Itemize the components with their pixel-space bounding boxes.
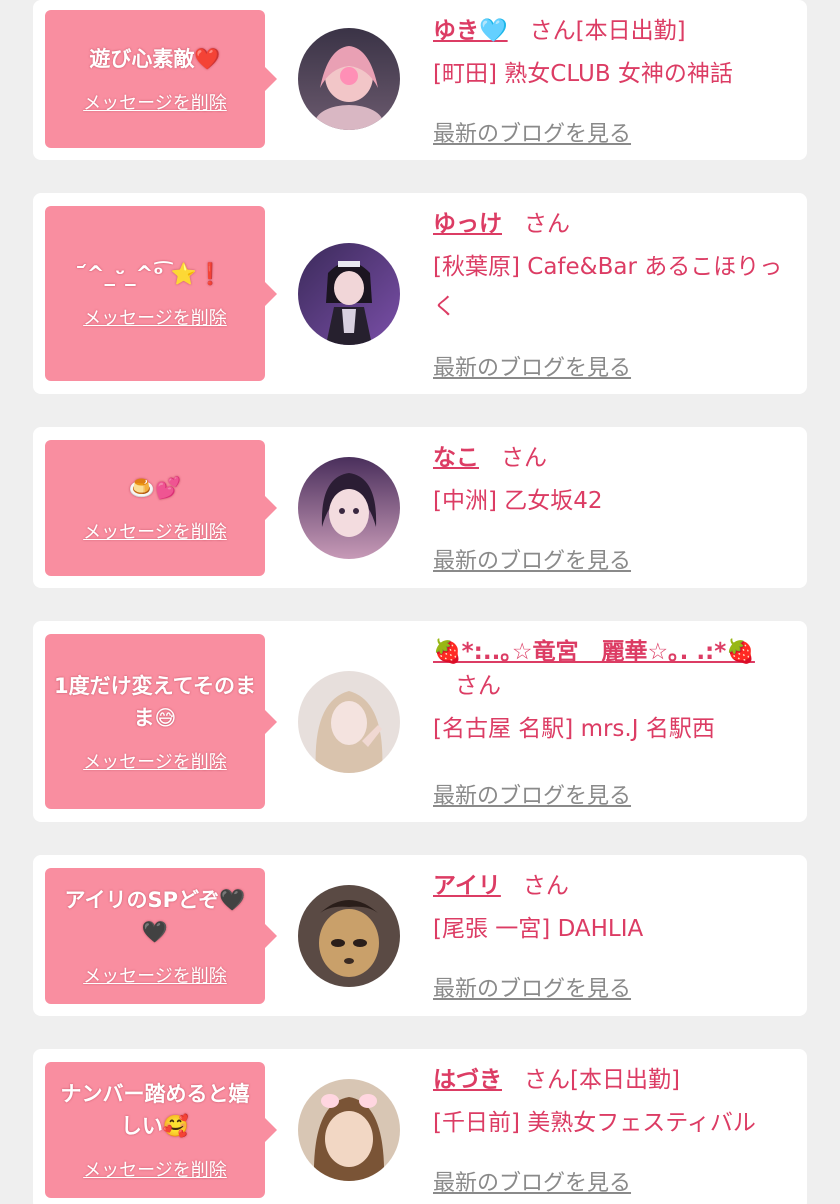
- shop-label: [町田] 熟女CLUB 女神の神話: [433, 61, 733, 87]
- message-text: ナンバー踏めると嬉しい🥰: [60, 1082, 250, 1138]
- delete-message-link[interactable]: メッセージを削除: [83, 1156, 227, 1182]
- message-bubble: 🍮💕 メッセージを削除: [45, 440, 277, 576]
- avatar[interactable]: [298, 28, 400, 130]
- sender-name-link[interactable]: アイリ: [433, 873, 501, 899]
- message-bubble: アイリのSPどぞ🖤🖤 メッセージを削除: [45, 868, 277, 1004]
- avatar[interactable]: [298, 1079, 400, 1181]
- delete-message-link[interactable]: メッセージを削除: [83, 962, 227, 988]
- honorific: さん[本日出勤]: [529, 18, 686, 44]
- sender-name-link[interactable]: なこ: [433, 445, 479, 471]
- message-card: ナンバー踏めると嬉しい🥰 メッセージを削除 はづき さん[本日出勤] [千日前] …: [33, 1049, 807, 1204]
- avatar[interactable]: [298, 457, 400, 559]
- latest-blog-link[interactable]: 最新のブログを見る: [433, 116, 631, 148]
- shop-label: [中洲] 乙女坂42: [433, 488, 603, 514]
- message-card: アイリのSPどぞ🖤🖤 メッセージを削除 アイリ さん [尾張 一宮] DAHLIA…: [33, 855, 807, 1016]
- message-bubble: 1度だけ変えてそのまま😅 メッセージを削除: [45, 634, 277, 809]
- delete-message-link[interactable]: メッセージを削除: [83, 748, 227, 774]
- sender-info: はづき さん[本日出勤] [千日前] 美熟女フェスティバル: [433, 1063, 795, 1143]
- avatar[interactable]: [298, 885, 400, 987]
- delete-message-link[interactable]: メッセージを削除: [83, 518, 227, 544]
- message-text: ᷄^_ᵕ_^ᵒ͡ ⭐❗: [86, 261, 224, 286]
- message-bubble: ᷄^_ᵕ_^ᵒ͡ ⭐❗ メッセージを削除: [45, 206, 277, 381]
- message-card: ᷄^_ᵕ_^ᵒ͡ ⭐❗ メッセージを削除 ゆっけ さん [秋葉原] Cafe&Ba…: [33, 193, 807, 394]
- honorific: さん: [501, 445, 547, 471]
- latest-blog-link[interactable]: 最新のブログを見る: [433, 778, 631, 810]
- sender-info: なこ さん [中洲] 乙女坂42: [433, 441, 795, 521]
- honorific: さん[本日出勤]: [524, 1067, 680, 1093]
- avatar[interactable]: [298, 671, 400, 773]
- delete-message-link[interactable]: メッセージを削除: [83, 304, 227, 330]
- message-card: 🍮💕 メッセージを削除 なこ さん [中洲] 乙女坂42 最新のブログを見る: [33, 427, 807, 588]
- avatar[interactable]: [298, 243, 400, 345]
- message-bubble: ナンバー踏めると嬉しい🥰 メッセージを削除: [45, 1062, 277, 1198]
- sender-name-link[interactable]: ゆき🩵: [433, 18, 508, 44]
- shop-label: [尾張 一宮] DAHLIA: [433, 916, 644, 942]
- delete-message-link[interactable]: メッセージを削除: [83, 89, 227, 115]
- shop-label: [名古屋 名駅] mrs.J 名駅西: [433, 716, 715, 742]
- message-text: アイリのSPどぞ🖤🖤: [64, 888, 246, 944]
- sender-name-link[interactable]: はづき: [433, 1067, 502, 1093]
- sender-name-link[interactable]: ゆっけ: [433, 211, 502, 237]
- latest-blog-link[interactable]: 最新のブログを見る: [433, 1165, 631, 1197]
- honorific: さん: [455, 673, 501, 699]
- message-bubble: 遊び心素敵❤️ メッセージを削除: [45, 10, 277, 148]
- message-card: 1度だけ変えてそのまま😅 メッセージを削除 🍓*:..｡☆竜宮 麗華☆｡. .:…: [33, 621, 807, 822]
- shop-label: [秋葉原] Cafe&Bar あるこほりっく: [433, 254, 783, 320]
- honorific: さん: [522, 873, 569, 899]
- sender-info: ゆき🩵 さん[本日出勤] [町田] 熟女CLUB 女神の神話: [433, 14, 795, 94]
- latest-blog-link[interactable]: 最新のブログを見る: [433, 543, 631, 575]
- message-text: 1度だけ変えてそのまま😅: [54, 673, 256, 730]
- message-list: 遊び心素敵❤️ メッセージを削除 ゆき🩵 さん[本日出勤] [町田] 熟女CLUB…: [0, 0, 840, 1204]
- shop-label: [千日前] 美熟女フェスティバル: [433, 1110, 756, 1136]
- message-text: 🍮💕: [128, 476, 182, 500]
- sender-info: アイリ さん [尾張 一宮] DAHLIA: [433, 869, 795, 949]
- sender-name-link[interactable]: 🍓*:..｡☆竜宮 麗華☆｡. .:*🍓: [433, 639, 755, 665]
- latest-blog-link[interactable]: 最新のブログを見る: [433, 971, 631, 1003]
- sender-info: ゆっけ さん [秋葉原] Cafe&Bar あるこほりっく: [433, 207, 795, 327]
- message-text: 遊び心素敵❤️: [89, 47, 221, 71]
- message-card: 遊び心素敵❤️ メッセージを削除 ゆき🩵 さん[本日出勤] [町田] 熟女CLUB…: [33, 0, 807, 160]
- sender-info: 🍓*:..｡☆竜宮 麗華☆｡. .:*🍓 さん [名古屋 名駅] mrs.J 名駅…: [433, 635, 795, 749]
- latest-blog-link[interactable]: 最新のブログを見る: [433, 350, 631, 382]
- honorific: さん: [524, 211, 570, 237]
